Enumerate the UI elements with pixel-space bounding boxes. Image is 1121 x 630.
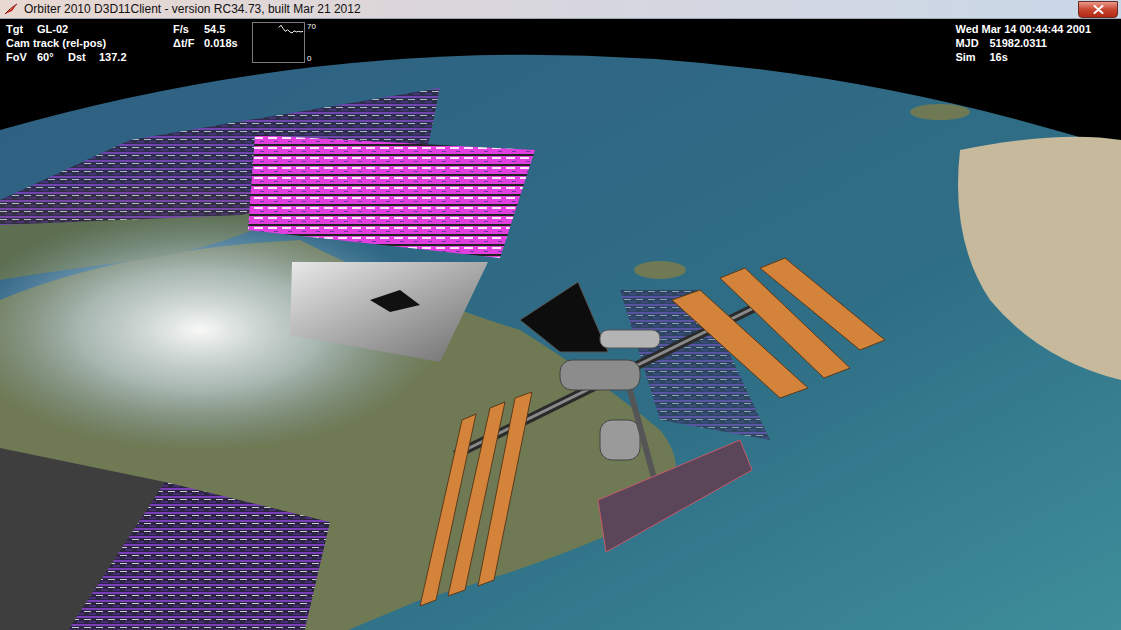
hud-left: Tgt GL-02Cam track (rel-pos)FoV 60° Dst 137.… xyxy=(6,22,316,64)
solar-panel xyxy=(420,414,476,606)
performance-info: F/s 54.5 Δt/F 0.018s xyxy=(173,22,252,50)
hud-value: GL-02 xyxy=(37,22,68,36)
solar-panel xyxy=(598,440,752,552)
simulation-viewport[interactable]: Tgt GL-02Cam track (rel-pos)FoV 60° Dst 137.… xyxy=(0,19,1121,630)
texture-glitch xyxy=(370,290,420,312)
hud-value: 60° xyxy=(37,50,62,64)
solar-panel xyxy=(478,392,532,586)
graph-min: 0 xyxy=(307,54,316,63)
hud-label: Cam track (rel-pos) xyxy=(6,36,106,50)
station-module xyxy=(560,360,640,390)
hud-value: 51982.0311 xyxy=(989,36,1047,50)
hud-row: Sim 16s xyxy=(955,50,1091,64)
desert-land xyxy=(958,137,1121,380)
hud-label: FoV xyxy=(6,50,31,64)
window-title: Orbiter 2010 D3D11Client - version RC34.… xyxy=(24,2,1072,16)
hud-row: MJD 51982.0311 xyxy=(955,36,1091,50)
hud-value: 137.2 xyxy=(99,50,127,64)
island xyxy=(910,104,970,120)
framerate-graph: 70 0 xyxy=(252,22,316,63)
hud-row: Cam track (rel-pos) xyxy=(6,36,173,50)
island xyxy=(634,261,686,279)
hud-label: Sim xyxy=(955,50,983,64)
hud-label: Δt/F xyxy=(173,36,198,50)
hud-row: F/s 54.5 xyxy=(173,22,252,36)
scene-view[interactable] xyxy=(0,19,1121,630)
space-station[interactable] xyxy=(420,258,885,606)
station-module xyxy=(600,420,640,460)
hud: Tgt GL-02Cam track (rel-pos)FoV 60° Dst 137.… xyxy=(0,19,1121,64)
graph-plot xyxy=(252,22,305,63)
hud-label: F/s xyxy=(173,22,198,36)
hud-row: Wed Mar 14 00:44:44 2001 xyxy=(955,22,1091,36)
close-button[interactable] xyxy=(1078,1,1118,18)
hud-value: 0.018s xyxy=(204,36,238,50)
station-module xyxy=(600,330,660,348)
hud-label: MJD xyxy=(955,36,983,50)
orbiter-window: Orbiter 2010 D3D11Client - version RC34.… xyxy=(0,0,1121,630)
hud-value: 54.5 xyxy=(204,22,225,36)
hud-label: Tgt xyxy=(6,22,31,36)
hud-label: Dst xyxy=(68,50,93,64)
solar-panel xyxy=(672,290,808,398)
texture-glitch xyxy=(248,135,535,258)
solar-panel xyxy=(760,258,885,350)
hud-row: Tgt GL-02 xyxy=(6,22,173,36)
hud-row: Δt/F 0.018s xyxy=(173,36,252,50)
title-bar[interactable]: Orbiter 2010 D3D11Client - version RC34.… xyxy=(0,0,1121,19)
texture-glitch xyxy=(55,482,330,630)
time-info: Wed Mar 14 00:44:44 2001MJD51982.0311Sim… xyxy=(955,22,1091,64)
radiator xyxy=(520,282,608,352)
hud-label: Wed Mar 14 00:44:44 2001 xyxy=(955,22,1091,36)
orbiter-logo-icon xyxy=(4,2,18,16)
framerate-line xyxy=(279,25,303,33)
close-icon xyxy=(1093,5,1104,14)
texture-glitch xyxy=(290,262,488,362)
hud-value: 16s xyxy=(989,50,1007,64)
graph-scale: 70 0 xyxy=(307,22,316,63)
target-info: Tgt GL-02Cam track (rel-pos)FoV 60° Dst 137.… xyxy=(6,22,173,64)
graph-max: 70 xyxy=(307,22,316,31)
hud-row: FoV 60° Dst 137.2 xyxy=(6,50,173,64)
